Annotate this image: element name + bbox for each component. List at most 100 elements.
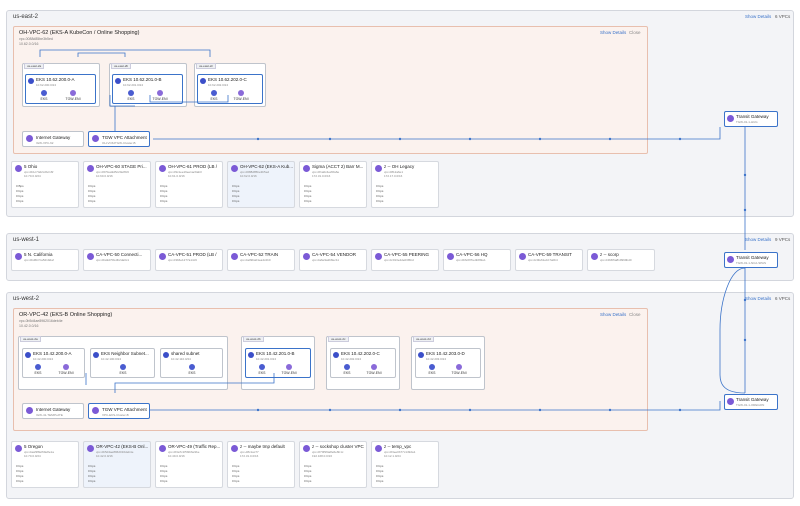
subnet-cidr: 10.62.201.0/24 <box>123 83 144 87</box>
traffic-stat: 0 bps <box>88 199 96 203</box>
vpc-card[interactable]: 5 N. California vpc-0bd6b7ca5219daf <box>11 249 79 271</box>
show-details-link[interactable]: Show Details <box>600 30 626 35</box>
vpc-card[interactable]: CA-VPC-52 TRAIN vpc-0a09ba01ea4c2b0 <box>227 249 295 271</box>
subnet-b[interactable]: EKS 10.62.201.0-B 10.62.201.0/24 EKS TGW… <box>112 74 183 104</box>
eks-eni-icon[interactable] <box>211 90 217 96</box>
vpc-card[interactable]: CA-VPC-50 Connecti... vpc-0ba9d70fe3b2da0… <box>83 249 151 271</box>
vpc-card-id: vpc-0c0fe61e1b7a0b4 <box>528 258 558 262</box>
subnet-cidr: 10.42.202.0/24 <box>341 357 362 361</box>
subnet-c[interactable]: EKS 10.62.202.0-C 10.62.202.0/24 EKS TGW… <box>197 74 263 104</box>
eks-eni-icon[interactable] <box>128 90 134 96</box>
tgw-eni-icon[interactable] <box>371 364 377 370</box>
vpc-card[interactable]: z -- sockshop cluster VPC vpc-0f70f9f4a8e… <box>299 441 367 488</box>
eks-eni-icon[interactable] <box>35 364 41 370</box>
transit-gateway-west2[interactable]: Transit Gateway TGW-01-1-OREGON <box>724 394 778 410</box>
eni-label: EKS <box>343 371 351 375</box>
eni-label: EKS <box>119 371 127 375</box>
traffic-stat: 0 bps <box>232 479 240 483</box>
vpc-icon <box>15 165 22 172</box>
vpc-card[interactable]: z -- scorp vpc-04b6f6a819999bd0 <box>587 249 655 271</box>
vpc-card[interactable]: CA-VPC-54 VENDOR vpc-0a6e9a2b8ec11 <box>299 249 367 271</box>
vpc-card[interactable]: OH-VPC-60 STAGE Pri... vpc-0670ea9d5c20e8… <box>83 161 151 208</box>
vpc-card[interactable]: OH-VPC-61 PROD (LB / vpc-09c1ee19ee1ac9ab… <box>155 161 223 208</box>
subnet-a[interactable]: EKS 10.42.200.0-A 10.42.200.0/24 EKS TGW… <box>22 348 85 378</box>
subnet-d[interactable]: EKS 10.42.203.0-D 10.42.203.0/24 EKS TGW… <box>415 348 481 378</box>
tgw-eni-icon[interactable] <box>63 364 69 370</box>
traffic-stat: 0 bps <box>304 469 312 473</box>
vpc-card[interactable]: OH-VPC-62 (EKS-A Kub... vpc-0088d85be3b5e… <box>227 161 295 208</box>
vpc-card-cidr: 10.61.0.0/16 <box>168 174 185 178</box>
show-details-link[interactable]: Show Details <box>745 14 771 19</box>
tgw-eni-icon[interactable] <box>70 90 76 96</box>
show-details-link[interactable]: Show Details <box>600 312 626 317</box>
traffic-stat: 0 bps <box>376 474 384 478</box>
subnet-shared[interactable]: shared subnet 10.42.110.0/24 EKS <box>160 348 223 378</box>
close-link[interactable]: Close <box>629 312 641 317</box>
vpc-icon <box>87 253 94 260</box>
subnet-c[interactable]: EKS 10.42.202.0-C 10.42.202.0/24 EKS TGW… <box>330 348 396 378</box>
vpc-card[interactable]: z -- temp_vpc vpc-0f4ee0b77c1492a1 10.12.1… <box>371 441 439 488</box>
vpc-card[interactable]: z -- OH Legacy vpc-0812a6e1 172.17.0.0/16 0… <box>371 161 439 208</box>
vpc-count: 6 VPCs <box>775 14 791 19</box>
internet-gateway[interactable]: Internet Gateway IGW-41-TEMPLATE <box>22 403 84 419</box>
subnet-b[interactable]: EKS 10.42.201.0-B 10.42.201.0/24 EKS TGW… <box>245 348 311 378</box>
vpc-card[interactable]: CA-VPC-55 PEERING vpc-0c013e4de03f6bd <box>371 249 439 271</box>
traffic-stat: 0 bps <box>88 184 96 188</box>
traffic-stat: 0 bps <box>160 474 168 478</box>
igw-sub: IGW-41-TEMPLATE <box>36 413 63 417</box>
tgw-eni-icon[interactable] <box>157 90 163 96</box>
az-label: us-west-2b <box>243 336 264 342</box>
subnet-neighbor[interactable]: EKS Neighbor Subnet... 10.42.100.0/24 EK… <box>90 348 155 378</box>
close-link[interactable]: Close <box>629 30 641 35</box>
traffic-stat: 0 bps <box>160 184 168 188</box>
vpc-icon <box>231 445 238 452</box>
vpc-card[interactable]: CA-VPC-51 PROD (LB / vpc-03b6e1277a14c6 <box>155 249 223 271</box>
vpc-card[interactable]: OR-VPC-42 (EKS-B Onl... vpc-0b5d4ae896201… <box>83 441 151 488</box>
vpc-card[interactable]: CA-VPC-59 TRANSIT vpc-0c0fe61e1b7a0b4 <box>515 249 583 271</box>
transit-gateway-west1[interactable]: Transit Gateway TGW-01-1-NCA-SPAS <box>724 252 778 268</box>
vpc-card-name: CA-VPC-52 TRAIN <box>240 252 279 257</box>
vpc-icon <box>87 445 94 452</box>
eks-eni-icon[interactable] <box>429 364 435 370</box>
vpc-card[interactable]: z -- maybe tmp default vpc-d8c1ac77 172.31… <box>227 441 295 488</box>
vpc-count: 6 VPCs <box>775 296 791 301</box>
tgw-attachment-icon <box>92 135 99 142</box>
vpc-card-cidr: 10.62.0.0/16 <box>240 174 257 178</box>
transit-gateway-east[interactable]: Transit Gateway TGW-01-1-HUG <box>724 111 778 127</box>
traffic-stat: 0 bps <box>232 184 240 188</box>
vpc-card[interactable]: Sigma (ACCT 2) Barr M... vpc-0f1a0c4e20fa… <box>299 161 367 208</box>
subnet-name: EKS 10.42.202.0-C <box>341 351 380 356</box>
traffic-stat: 0 bps <box>88 189 96 193</box>
vpc-card[interactable]: 5 Oregon vpc-0aaf3f8ef69e8e1a 10.70.0.0/24… <box>11 441 79 488</box>
vpc-card-id: vpc-04b6f6a819999bd0 <box>600 258 632 262</box>
eks-eni-icon[interactable] <box>344 364 350 370</box>
traffic-stat: 0 bps <box>16 469 24 473</box>
tgw-attachment[interactable]: TGW VPC Attachment VPC-EKS-Cluster-B <box>88 403 150 419</box>
vpc-card[interactable]: OR-VPC-49 (Traffic Rep... vpc-0f4a7c1f5f2… <box>155 441 223 488</box>
tgw-eni-icon[interactable] <box>286 364 292 370</box>
traffic-stat: 0 bps <box>376 189 384 193</box>
traffic-stat: 0 bps <box>160 194 168 198</box>
tgw-attachment[interactable]: TGW VPC Attachment OH-VC62TGW-Cluster-B <box>88 131 150 147</box>
subnet-cidr: 10.42.201.0/24 <box>256 357 277 361</box>
subnet-name: EKS 10.42.203.0-D <box>426 351 465 356</box>
vpc-detail-panel: OR-VPC-42 (EKS-B Online Shopping) vpc-0b… <box>13 308 648 431</box>
vpc-card-cidr: 10.60.0.0/16 <box>96 174 113 178</box>
subnet-a[interactable]: EKS 10.62.200.0-A 10.62.200.0/24 EKS TGW… <box>25 74 96 104</box>
internet-gateway[interactable]: Internet Gateway IGW-VPC-62 <box>22 131 84 147</box>
vpc-card[interactable]: CA-VPC-56 HQ vpc-0b6c87be4b8f2e1 <box>443 249 511 271</box>
eks-eni-icon[interactable] <box>41 90 47 96</box>
eni-label: EKS <box>258 371 266 375</box>
tgw-eni-icon[interactable] <box>456 364 462 370</box>
eks-eni-icon[interactable] <box>189 364 195 370</box>
vpc-card-cidr: 172.31.0.0/16 <box>240 454 259 458</box>
eks-eni-icon[interactable] <box>120 364 126 370</box>
traffic-stat: 0 bps <box>88 194 96 198</box>
eks-eni-icon[interactable] <box>259 364 265 370</box>
tgw-eni-icon[interactable] <box>238 90 244 96</box>
show-details-link[interactable]: Show Details <box>745 237 771 242</box>
show-details-link[interactable]: Show Details <box>745 296 771 301</box>
vpc-card[interactable]: 5 Ohio vpc-0b1c74d2c2bc16f 10.70.0.0/24 0 B… <box>11 161 79 208</box>
vpc-card-name: CA-VPC-59 TRANSIT <box>528 252 572 257</box>
transit-gateway-icon <box>727 256 734 263</box>
